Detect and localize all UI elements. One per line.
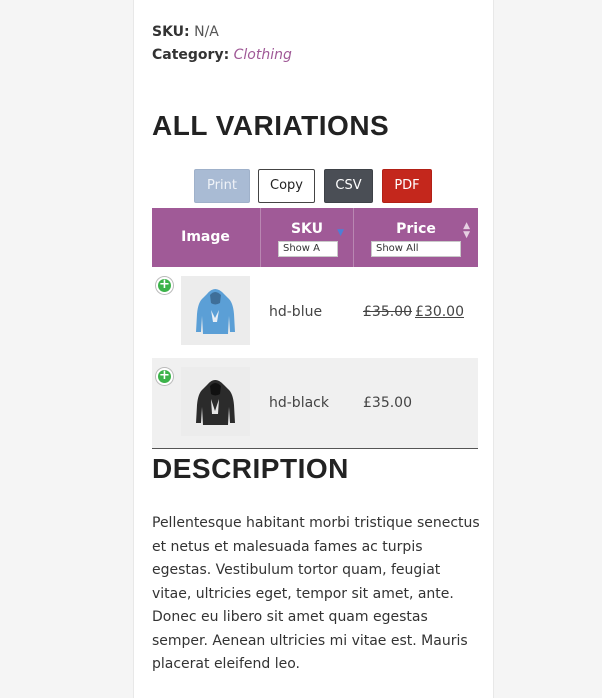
expand-row-icon[interactable]: +: [156, 368, 173, 385]
print-button[interactable]: Print: [194, 169, 250, 203]
sku-filter-select[interactable]: Show A: [278, 241, 338, 257]
variations-heading: ALL VARIATIONS: [152, 110, 390, 141]
csv-button[interactable]: CSV: [324, 169, 373, 203]
black-hoodie-image[interactable]: [181, 367, 250, 436]
product-sku: SKU: N/A: [152, 24, 219, 40]
sku-label: SKU:: [152, 24, 190, 40]
table-row: + hd-black £35.00: [152, 358, 478, 449]
row-sku: hd-black: [269, 395, 329, 411]
old-price: £35.00: [363, 304, 412, 320]
description-heading: DESCRIPTION: [152, 453, 349, 484]
sort-both-icon[interactable]: ▲ ▼: [463, 222, 470, 240]
pdf-button[interactable]: PDF: [382, 169, 432, 203]
row-price: £35.00: [363, 395, 412, 411]
table-row: + hd-blue £35.00 £30.00: [152, 267, 478, 357]
row-price: £35.00 £30.00: [363, 267, 464, 357]
category-link[interactable]: Clothing: [234, 47, 292, 63]
table-header: Image SKU ▼ Show A Price ▲ ▼ Show All: [152, 208, 478, 267]
sale-price: £30.00: [415, 304, 464, 320]
category-label: Category:: [152, 47, 230, 63]
variations-table: Image SKU ▼ Show A Price ▲▼ Show All +: [152, 208, 478, 449]
copy-button[interactable]: Copy: [258, 169, 315, 203]
expand-row-icon[interactable]: +: [156, 277, 173, 294]
row-sku: hd-blue: [269, 304, 323, 320]
blue-hoodie-image[interactable]: [181, 276, 250, 345]
product-card: SKU: N/A Category: Clothing ALL VARIATIO…: [133, 0, 494, 698]
column-header-sku[interactable]: SKU ▼ Show A: [260, 208, 353, 267]
sort-descending-icon[interactable]: ▼: [337, 228, 344, 238]
column-price-title[interactable]: Price: [354, 221, 478, 237]
product-category: Category: Clothing: [152, 47, 292, 63]
column-header-image[interactable]: Image: [152, 208, 259, 267]
description-text: Pellentesque habitant morbi tristique se…: [152, 515, 480, 672]
column-header-price[interactable]: Price ▲ ▼ Show All: [353, 208, 478, 267]
price-filter-select[interactable]: Show All: [371, 241, 461, 257]
sku-value: N/A: [194, 24, 219, 40]
